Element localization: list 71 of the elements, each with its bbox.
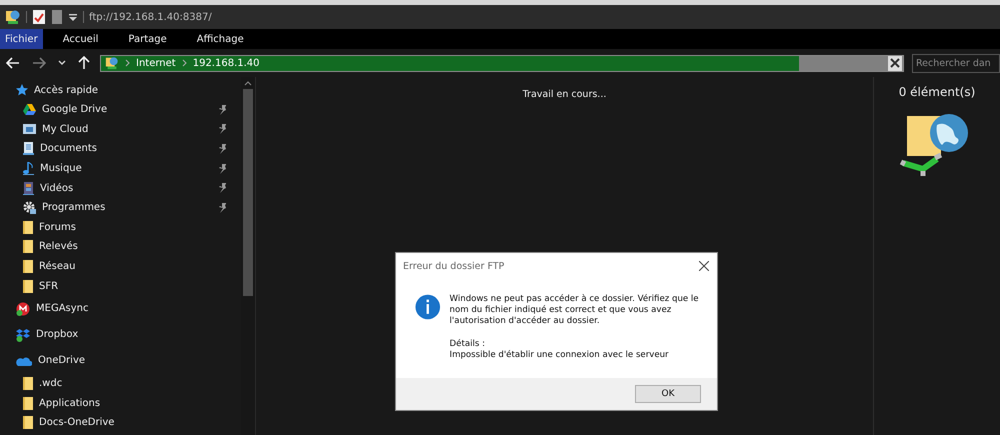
document-icon [23,142,34,156]
chevron-right-icon [182,59,187,67]
breadcrumb[interactable]: Internet [136,58,176,68]
pin-icon[interactable] [218,202,227,213]
back-arrow-icon[interactable] [6,57,20,69]
chevron-right-icon [125,59,130,67]
status-text: Travail en cours... [522,89,606,101]
item-count: 0 élément(s) [898,85,976,99]
dropbox-icon [16,328,30,342]
search-field[interactable]: Rechercher dan [912,54,1000,72]
new-folder-icon[interactable] [51,9,63,25]
folder-icon [23,396,33,410]
info-icon [415,294,441,320]
folder-icon [23,260,33,274]
folder-icon [23,416,33,430]
sidebar-item[interactable]: .wdc [0,374,241,394]
sidebar-item[interactable]: OneDrive [0,348,241,374]
cloud-icon [16,356,32,366]
sidebar-item[interactable]: Relevés [0,237,241,257]
sidebar-item[interactable]: Dropbox [0,322,241,348]
sidebar-item[interactable]: Programmes [0,198,241,218]
ribbon-tab[interactable]: Affichage [180,29,258,49]
folder-icon [23,240,33,254]
sidebar-item[interactable]: Documents [0,139,241,159]
window-title: ftp://192.168.1.40:8387/ [89,12,212,22]
ribbon-tab[interactable]: Partage [112,29,181,49]
cloud-drive-icon [23,123,36,136]
star-icon [16,84,28,96]
sidebar-item[interactable]: Forums [0,218,241,238]
error-message: Windows ne peut pas accéder à ce dossier. Vérifiez que le nom du fichier indiqué est correct et que vous avez l'autorisation d'accéder au dossier. [450,294,700,328]
stop-button[interactable] [888,56,902,70]
pin-icon[interactable] [218,183,227,194]
triangle-drive-icon [23,104,36,116]
folder-icon [23,280,33,293]
sidebar-item[interactable]: Accès rapide [0,80,241,100]
dropdown-icon[interactable] [68,12,78,22]
ok-button[interactable]: OK [635,385,701,403]
folder-icon [23,220,33,234]
gear-icon [23,201,36,214]
chevron-down-icon[interactable] [58,60,66,66]
up-arrow-icon[interactable] [78,56,90,70]
network-folder-icon [105,56,119,70]
sidebar-item[interactable]: Musique [0,158,241,178]
pin-icon[interactable] [218,164,227,174]
network-folder-icon[interactable] [5,9,21,25]
sidebar-item[interactable]: Google Drive [0,100,241,120]
forward-arrow-icon[interactable] [32,57,46,69]
close-button[interactable] [699,261,709,271]
address-bar[interactable]: Internet 192.168.1.40 [100,54,904,72]
music-note-icon [23,162,34,176]
pin-icon[interactable] [218,124,227,134]
pin-icon[interactable] [218,104,227,115]
sidebar-item[interactable]: Réseau [0,256,241,276]
details-text: Impossible d'établir une connexion avec le serveur [450,350,670,362]
sidebar-item[interactable]: My Cloud [0,120,241,140]
properties-icon[interactable] [32,9,46,25]
sidebar-item[interactable]: Docs-OneDrive [0,413,241,433]
dialog-title: Erreur du dossier FTP [403,260,504,272]
sidebar-item[interactable]: Vidéos [0,178,241,198]
sidebar-item[interactable]: MEGAsync [0,296,241,322]
sidebar-item[interactable]: SFR [0,276,241,296]
breadcrumb[interactable]: 192.168.1.40 [192,58,260,68]
ribbon-tab[interactable]: Fichier [0,29,43,49]
pin-icon[interactable] [218,144,227,154]
film-icon [23,182,34,195]
ribbon-tab[interactable]: Accueil [46,29,112,49]
mega-sync-icon [16,302,30,316]
sidebar-item[interactable]: Applications [0,394,241,414]
folder-icon [23,377,33,390]
scroll-up-icon[interactable] [244,81,252,86]
details-label: Détails : [450,338,486,350]
